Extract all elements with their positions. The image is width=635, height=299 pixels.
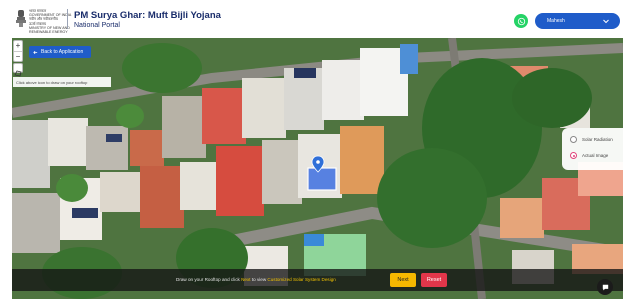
draw-hint: Click above icon to draw on your rooftop — [13, 77, 111, 87]
next-button[interactable]: Next — [390, 273, 416, 287]
header-divider — [67, 9, 68, 29]
layer-option-actual-image[interactable]: Actual Image — [570, 152, 608, 159]
national-emblem-icon — [16, 10, 26, 27]
reset-button[interactable]: Reset — [421, 273, 447, 287]
radio-button[interactable] — [570, 136, 577, 143]
draw-polygon-button[interactable] — [13, 63, 23, 77]
zoom-in-button[interactable]: + — [14, 41, 22, 51]
radio-button-selected[interactable] — [570, 152, 577, 159]
draw-polygon-icon — [14, 70, 22, 77]
user-menu-button[interactable]: Mahesh — [535, 13, 620, 29]
layer-panel: Solar Radiation Actual Image — [562, 128, 623, 170]
zoom-control: + − — [13, 40, 23, 62]
page-title: PM Surya Ghar: Muft Bijli Yojana — [74, 10, 221, 21]
chevron-down-icon — [603, 19, 609, 24]
chat-bubble-icon[interactable] — [597, 279, 613, 295]
ministry-name: भारत सरकार GOVERNMENT OF INDIA नवीन और न… — [29, 9, 72, 35]
layer-label: Solar Radiation — [582, 137, 613, 142]
back-to-application-button[interactable]: Back to Application — [29, 46, 91, 58]
page-subtitle: National Portal — [74, 22, 120, 29]
arrow-left-icon — [33, 50, 38, 54]
zoom-out-button[interactable]: − — [14, 51, 22, 61]
app-header: भारत सरकार GOVERNMENT OF INDIA नवीन और न… — [0, 0, 635, 38]
user-name: Mahesh — [547, 18, 565, 24]
back-button-label: Back to Application — [41, 49, 84, 55]
layer-option-solar-radiation[interactable]: Solar Radiation — [570, 136, 613, 143]
whatsapp-icon[interactable] — [514, 14, 528, 28]
instruction-text: Draw on your Rooftop and click Next to v… — [176, 277, 336, 282]
layer-label: Actual Image — [582, 153, 609, 158]
